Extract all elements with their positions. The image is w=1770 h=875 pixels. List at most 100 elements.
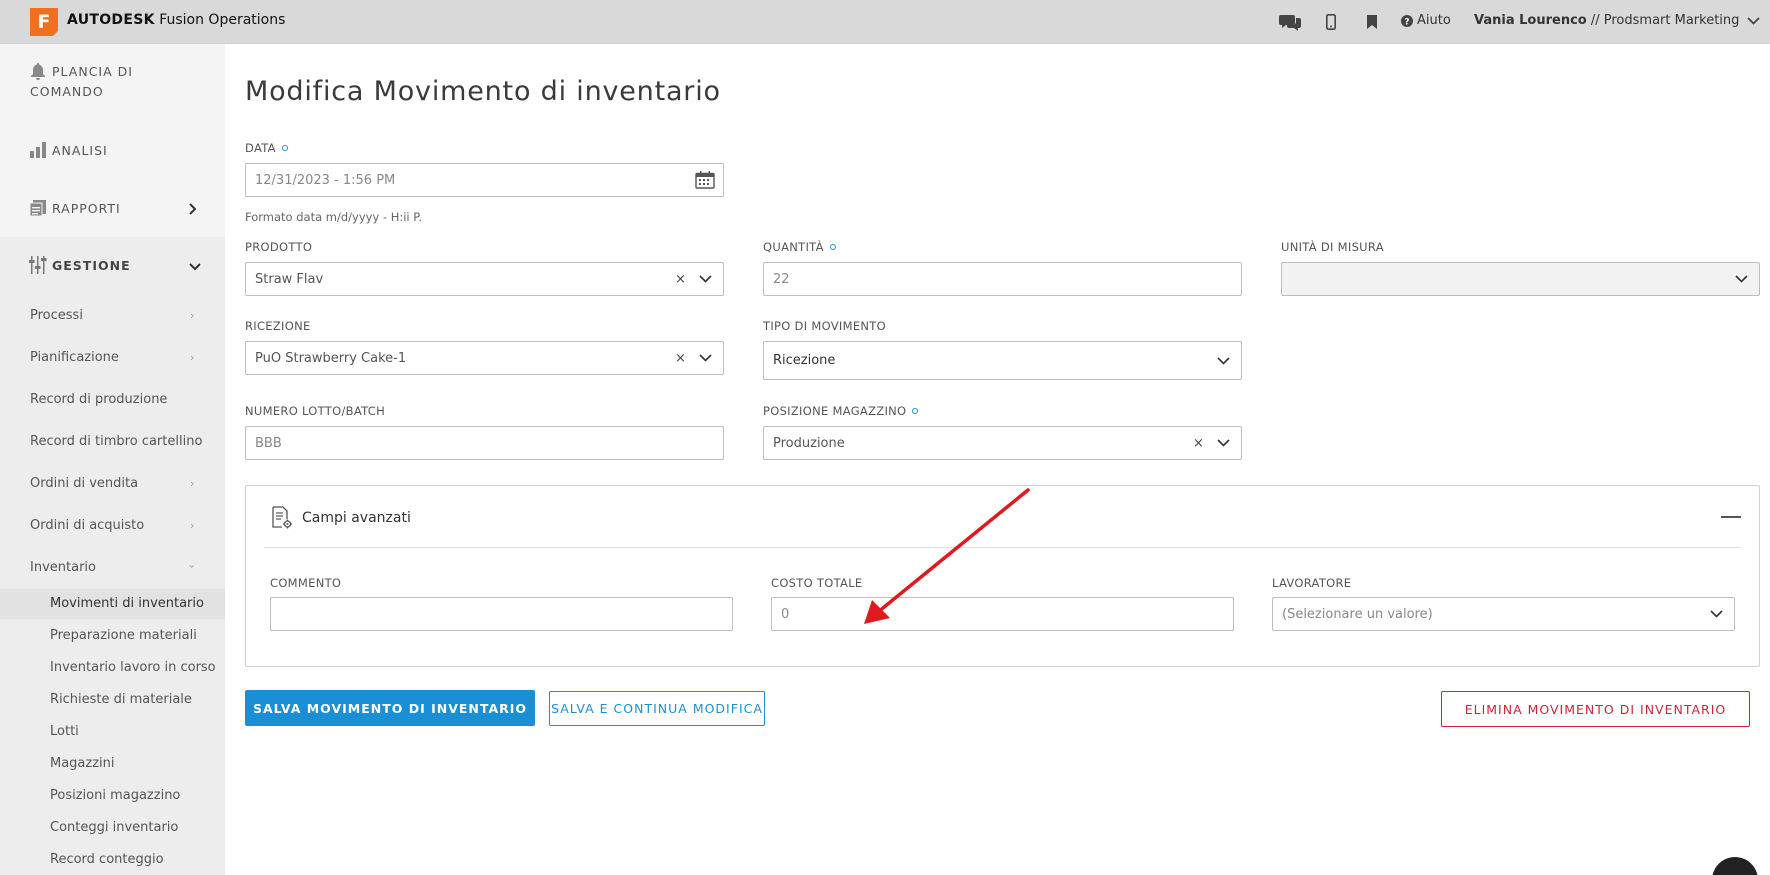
advanced-fields-header[interactable]: Campi avanzati	[270, 506, 411, 530]
warehouse-select[interactable]: Produzione ×	[763, 426, 1242, 460]
page-title: Modifica Movimento di inventario	[245, 76, 721, 107]
comment-label: COMMENTO	[270, 576, 341, 590]
date-format-hint: Formato data m/d/yyyy - H:ii P.	[245, 210, 423, 224]
chevron-down-icon[interactable]	[1729, 275, 1753, 283]
sidebar-item-analytics[interactable]: ANALISI	[28, 140, 108, 160]
divider	[264, 547, 1741, 548]
movement-type-value: Ricezione	[773, 353, 836, 368]
unit-select[interactable]	[1281, 262, 1760, 296]
chevron-down-icon[interactable]	[1704, 610, 1728, 618]
receipt-select[interactable]: PuO Strawberry Cake-1 ×	[245, 341, 724, 375]
clear-icon[interactable]: ×	[675, 272, 687, 287]
receipt-label-text: RICEZIONE	[245, 319, 311, 333]
date-label: DATA	[245, 141, 288, 155]
chevron-down-icon[interactable]	[1211, 439, 1235, 447]
total-cost-placeholder: 0	[781, 606, 790, 622]
warehouse-label: POSIZIONE MAGAZZINO	[763, 404, 919, 418]
calendar-icon[interactable]	[693, 171, 717, 189]
total-cost-label: COSTO TOTALE	[771, 576, 862, 590]
comment-input[interactable]	[270, 597, 733, 631]
sidebar-sub-clock-records[interactable]: Record di timbro cartellino	[30, 434, 202, 449]
chevron-down-icon[interactable]	[693, 275, 717, 283]
delete-button[interactable]: ELIMINA MOVIMENTO DI INVENTARIO	[1441, 691, 1750, 727]
help-label: Aiuto	[1417, 13, 1451, 28]
chevron-down-icon[interactable]	[1211, 356, 1235, 365]
worker-placeholder: (Selezionare un valore)	[1282, 606, 1433, 622]
worker-select[interactable]: (Selezionare un valore)	[1272, 597, 1735, 631]
sidebar-sub-material-prep[interactable]: Preparazione materiali	[50, 628, 197, 643]
brand-name: AUTODESK	[67, 12, 155, 28]
product-label: PRODOTTO	[245, 240, 312, 254]
sidebar-sub-inventory[interactable]: Inventario	[30, 560, 96, 575]
sidebar-sub-processes[interactable]: Processi	[30, 308, 83, 323]
bell-icon	[28, 61, 48, 81]
product-select[interactable]: Straw Flav ×	[245, 262, 724, 296]
total-cost-input[interactable]: 0	[771, 597, 1234, 631]
sidebar-sub-inventory-movements[interactable]: Movimenti di inventario	[50, 596, 204, 611]
user-org: // Prodsmart Marketing	[1590, 13, 1740, 28]
sidebar-sub-lots[interactable]: Lotti	[50, 724, 79, 739]
product-label-text: PRODOTTO	[245, 240, 313, 254]
user-menu[interactable]: Vania Lourenco // Prodsmart Marketing	[1474, 13, 1761, 28]
sidebar-sub-inventory-counts[interactable]: Conteggi inventario	[50, 820, 178, 835]
sidebar-item-reports[interactable]: RAPPORTI	[28, 198, 121, 218]
lot-placeholder: BBB	[255, 435, 282, 451]
bookmark-icon[interactable]	[1361, 11, 1383, 33]
required-indicator-icon	[829, 244, 836, 250]
sidebar-sub-wip-inventory[interactable]: Inventario lavoro in corso	[50, 660, 216, 675]
worker-label-text: LAVORATORE	[1272, 576, 1352, 590]
quantity-value: 22	[773, 271, 790, 287]
chevron-down-icon	[189, 263, 201, 271]
receipt-label: RICEZIONE	[245, 319, 311, 333]
sidebar-sub-production-records[interactable]: Record di produzione	[30, 392, 167, 407]
chevron-right-icon: ›	[190, 351, 195, 364]
chevron-down-icon[interactable]	[693, 354, 717, 362]
sidebar-item-management[interactable]: GESTIONE	[28, 255, 131, 275]
app-title: AUTODESK Fusion Operations	[67, 12, 285, 28]
fusion-logo[interactable]: F	[30, 8, 58, 36]
chevron-right-icon: ›	[190, 309, 195, 322]
chat-icon[interactable]	[1279, 11, 1301, 33]
advanced-fields-title: Campi avanzati	[302, 510, 411, 526]
movement-type-select[interactable]: Ricezione	[763, 341, 1242, 380]
save-button[interactable]: SALVA MOVIMENTO DI INVENTARIO	[245, 690, 535, 726]
clear-icon[interactable]: ×	[675, 351, 687, 366]
product-value: Straw Flav	[255, 271, 324, 287]
save-continue-button[interactable]: SALVA E CONTINUA MODIFICA	[549, 691, 765, 726]
warehouse-label-text: POSIZIONE MAGAZZINO	[763, 404, 907, 418]
comment-label-text: COMMENTO	[270, 576, 342, 590]
sidebar-sub-purchase-orders[interactable]: Ordini di acquisto	[30, 518, 144, 533]
sidebar: PLANCIA DI COMANDO ANALISI RAPPORTI GEST…	[0, 44, 225, 875]
sidebar-item-dashboard[interactable]: PLANCIA DI	[28, 61, 133, 81]
mobile-icon[interactable]	[1320, 11, 1342, 33]
lot-input[interactable]: BBB	[245, 426, 724, 460]
sidebar-sub-material-requests[interactable]: Richieste di materiale	[50, 692, 192, 707]
warehouse-value: Produzione	[773, 435, 845, 451]
total-cost-label-text: COSTO TOTALE	[771, 576, 863, 590]
sidebar-label-reports: RAPPORTI	[52, 200, 121, 216]
sidebar-label-dashboard: PLANCIA DI	[52, 63, 133, 79]
date-value: 12/31/2023 - 1:56 PM	[255, 172, 396, 188]
date-field[interactable]: 12/31/2023 - 1:56 PM	[245, 163, 724, 197]
advanced-fields-panel: Campi avanzati	[245, 485, 1760, 667]
quantity-input[interactable]: 22	[763, 262, 1242, 296]
sidebar-sub-warehouses[interactable]: Magazzini	[50, 756, 115, 771]
sidebar-sub-planning[interactable]: Pianificazione	[30, 350, 119, 365]
worker-label: LAVORATORE	[1272, 576, 1351, 590]
clear-icon[interactable]: ×	[1193, 436, 1205, 451]
svg-text:?: ?	[1404, 17, 1409, 27]
collapse-icon[interactable]	[1721, 516, 1741, 518]
unit-label: UNITÀ DI MISURA	[1281, 240, 1384, 254]
report-icon	[28, 198, 48, 218]
lot-label-text: NUMERO LOTTO/BATCH	[245, 404, 386, 418]
help-circle-icon: ?	[1401, 14, 1413, 27]
sidebar-sub-count-records[interactable]: Record conteggio	[50, 852, 164, 867]
sidebar-sub-sales-orders[interactable]: Ordini di vendita	[30, 476, 138, 491]
sidebar-item-dashboard-line2[interactable]: COMANDO	[30, 84, 104, 99]
lot-label: NUMERO LOTTO/BATCH	[245, 404, 385, 418]
help-link[interactable]: ? Aiuto	[1401, 13, 1451, 28]
movement-type-label: TIPO DI MOVIMENTO	[763, 319, 886, 333]
movement-type-label-text: TIPO DI MOVIMENTO	[763, 319, 886, 333]
chat-widget-button[interactable]	[1712, 857, 1758, 875]
sidebar-sub-warehouse-locations[interactable]: Posizioni magazzino	[50, 788, 180, 803]
